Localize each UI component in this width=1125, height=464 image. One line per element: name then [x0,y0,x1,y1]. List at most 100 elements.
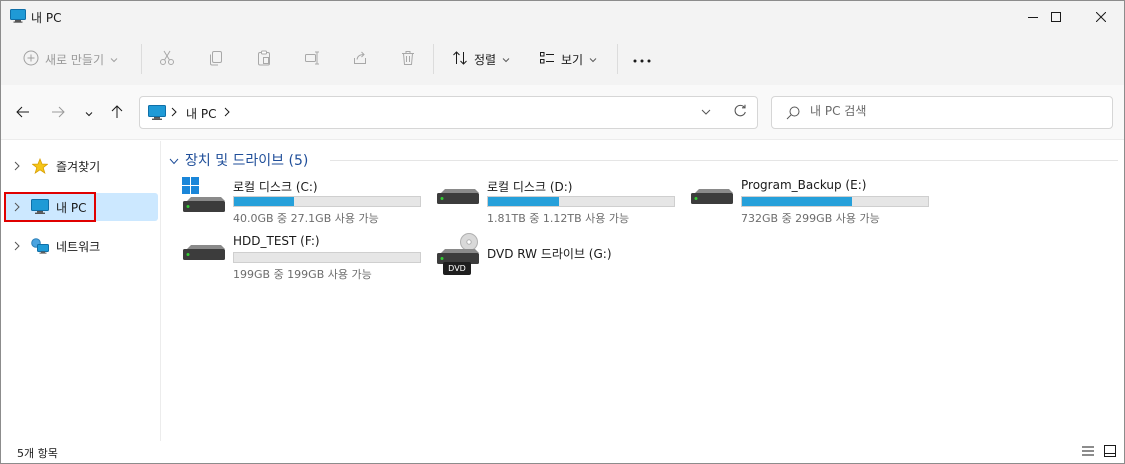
drive-space-info: 40.0GB 중 27.1GB 사용 가능 [233,212,379,225]
share-icon [352,50,368,69]
large-icons-view-button[interactable] [1102,444,1118,460]
copy-icon [208,50,224,69]
chevron-down-icon [110,52,118,66]
drive-item[interactable]: 로컬 디스크 (D:) 1.81TB 중 1.12TB 사용 가능 [436,177,686,225]
search-input[interactable] [810,104,1100,118]
address-bar[interactable]: 내 PC [139,96,758,129]
drive-name: 로컬 디스크 (C:) [233,180,318,194]
window-title: 내 PC [31,11,62,25]
address-history-dropdown-icon[interactable] [701,106,711,120]
paste-button[interactable] [256,43,272,75]
chevron-down-icon [85,106,93,120]
computer-icon [30,199,50,215]
view-button[interactable]: 보기 [539,43,597,75]
cut-button[interactable] [159,43,175,75]
drive-item[interactable]: HDD_TEST (F:) 199GB 중 199GB 사용 가능 [182,233,432,281]
drive-space-info: 732GB 중 299GB 사용 가능 [741,212,880,225]
toolbar-separator [433,44,434,74]
sidebar-item-favorites[interactable]: 즐겨찾기 [5,152,158,180]
drive-usage-fill [488,197,559,206]
more-options-button[interactable] [633,43,651,75]
drive-item[interactable]: Program_Backup (E:) 732GB 중 299GB 사용 가능 [690,177,940,225]
content-area: 장치 및 드라이브 (5) 로컬 디스크 (C:) 40.0GB 중 27.1G… [161,141,1123,441]
maximize-button[interactable] [1033,1,1079,32]
group-divider [330,160,1118,161]
chevron-down-icon [169,153,179,169]
up-button[interactable] [107,103,127,123]
new-button[interactable]: 새로 만들기 [23,43,118,75]
arrow-left-icon [16,106,30,121]
sidebar-item-label: 내 PC [56,200,87,215]
drive-item[interactable]: 로컬 디스크 (C:) 40.0GB 중 27.1GB 사용 가능 [182,177,432,225]
navigation-pane: 즐겨찾기 내 PC 네트워크 [1,141,161,441]
view-button-label: 보기 [561,52,584,67]
back-button[interactable] [13,103,33,123]
rename-button[interactable] [304,43,320,75]
clipboard-icon [256,50,272,69]
title-bar: 내 PC [1,1,1124,32]
chevron-down-icon [502,52,510,66]
status-bar: 5개 항목 [1,441,1124,463]
forward-button[interactable] [48,103,68,123]
scissors-icon [159,50,175,69]
breadcrumb-chevron-icon[interactable] [224,106,230,120]
hard-drive-icon [182,233,232,279]
drive-usage-fill [234,197,294,206]
item-count: 5개 항목 [17,447,58,460]
chevron-right-icon[interactable] [6,202,28,212]
computer-icon [148,105,166,124]
computer-icon [10,9,26,26]
drive-usage-fill [742,197,852,206]
sort-icon [452,50,468,69]
sidebar-item-this-pc[interactable]: 내 PC [5,193,158,221]
drive-space-info: 199GB 중 199GB 사용 가능 [233,268,372,281]
new-button-label: 새로 만들기 [45,52,105,67]
rename-icon [304,50,320,69]
sidebar-item-network[interactable]: 네트워크 [5,232,158,260]
drive-name: DVD RW 드라이브 (G:) [487,247,612,261]
view-list-icon [539,50,555,69]
close-button[interactable] [1078,1,1124,32]
arrow-right-icon [51,106,65,121]
group-title: 장치 및 드라이브 (5) [185,153,309,169]
drive-name: Program_Backup (E:) [741,178,867,192]
recent-locations-button[interactable] [79,103,99,123]
copy-button[interactable] [208,43,224,75]
search-box[interactable] [771,96,1113,129]
delete-button[interactable] [400,43,416,75]
navigation-bar: 내 PC [1,85,1124,140]
network-icon [30,238,50,254]
chevron-right-icon[interactable] [6,161,28,171]
dvd-badge: DVD [448,264,466,273]
sort-button-label: 정렬 [474,52,497,67]
toolbar-separator [617,44,618,74]
drive-item[interactable]: DVD DVD RW 드라이브 (G:) [436,233,686,279]
drive-name: 로컬 디스크 (D:) [487,180,573,194]
drive-usage-bar [487,196,675,207]
share-button[interactable] [352,43,368,75]
details-view-icon [1081,445,1095,460]
sort-button[interactable]: 정렬 [452,43,510,75]
toolbar-separator [141,44,142,74]
refresh-icon[interactable] [733,104,747,121]
file-explorer-window: 내 PC 새로 만들기 정렬 보기 내 PC 내 PC 검색 즐겨찾기 내 PC… [0,0,1125,464]
sidebar-item-label: 즐겨찾기 [56,159,101,174]
breadcrumb-this-pc[interactable]: 내 PC [186,105,216,122]
hard-drive-icon [690,177,740,223]
trash-icon [400,50,416,69]
command-bar: 새로 만들기 정렬 보기 [1,32,1124,85]
search-icon [786,106,800,123]
tiles-view-icon [1103,444,1117,461]
breadcrumb-chevron-icon[interactable] [171,106,177,120]
details-view-button[interactable] [1080,444,1096,460]
drive-space-info: 1.81TB 중 1.12TB 사용 가능 [487,212,630,225]
group-header-devices[interactable]: 장치 및 드라이브 (5) [169,150,308,170]
star-icon [30,158,50,174]
chevron-down-icon [589,52,597,66]
plus-circle-icon [23,50,39,69]
drive-name: HDD_TEST (F:) [233,234,320,248]
drive-usage-bar [233,196,421,207]
chevron-right-icon[interactable] [6,241,28,251]
more-icon [633,52,651,66]
hard-drive-icon [436,177,486,223]
